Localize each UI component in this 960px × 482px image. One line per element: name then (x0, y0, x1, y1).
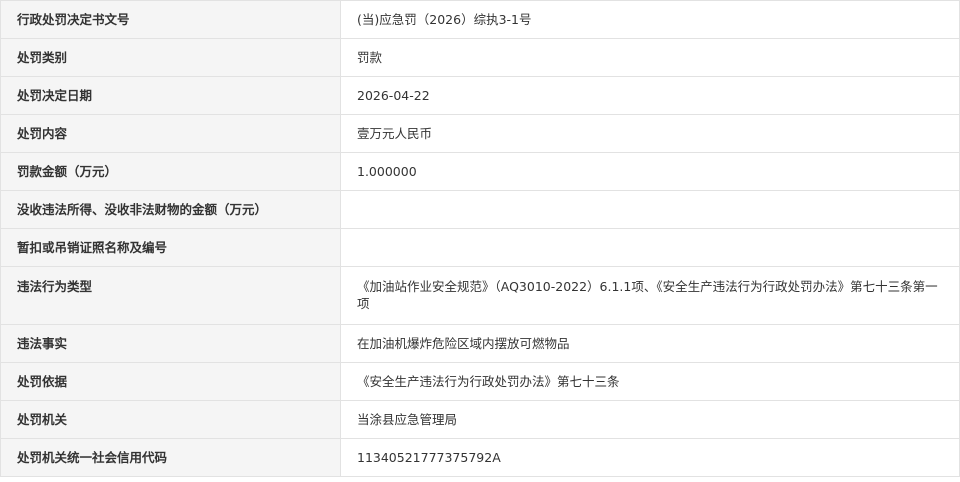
row-decision-number: 行政处罚决定书文号 (当)应急罚（2026）综执3-1号 (0, 0, 960, 39)
row-penalty-authority: 处罚机关 当涂县应急管理局 (0, 400, 960, 439)
field-value: 在加油机爆炸危险区域内摆放可燃物品 (340, 324, 960, 363)
field-value: 1.000000 (340, 152, 960, 191)
field-label: 处罚内容 (0, 114, 341, 153)
field-label: 违法行为类型 (0, 266, 341, 325)
field-value (340, 228, 960, 267)
row-authority-credit-code: 处罚机关统一社会信用代码 11340521777375792A (0, 438, 960, 477)
field-value: (当)应急罚（2026）综执3-1号 (340, 0, 960, 39)
field-label: 暂扣或吊销证照名称及编号 (0, 228, 341, 267)
field-value: 当涂县应急管理局 (340, 400, 960, 439)
field-label: 处罚决定日期 (0, 76, 341, 115)
field-label: 处罚机关统一社会信用代码 (0, 438, 341, 477)
field-value: 《加油站作业安全规范》（AQ3010-2022）6.1.1项、《安全生产违法行为… (340, 266, 960, 325)
field-label: 处罚类别 (0, 38, 341, 77)
row-penalty-category: 处罚类别 罚款 (0, 38, 960, 77)
field-value: 2026-04-22 (340, 76, 960, 115)
field-label: 违法事实 (0, 324, 341, 363)
row-license-suspension: 暂扣或吊销证照名称及编号 (0, 228, 960, 267)
row-penalty-content: 处罚内容 壹万元人民币 (0, 114, 960, 153)
penalty-info-table: 行政处罚决定书文号 (当)应急罚（2026）综执3-1号 处罚类别 罚款 处罚决… (0, 0, 960, 477)
row-penalty-basis: 处罚依据 《安全生产违法行为行政处罚办法》第七十三条 (0, 362, 960, 401)
field-value (340, 190, 960, 229)
field-label: 行政处罚决定书文号 (0, 0, 341, 39)
row-decision-date: 处罚决定日期 2026-04-22 (0, 76, 960, 115)
row-fine-amount: 罚款金额（万元） 1.000000 (0, 152, 960, 191)
field-label: 罚款金额（万元） (0, 152, 341, 191)
field-label: 处罚机关 (0, 400, 341, 439)
field-value: 罚款 (340, 38, 960, 77)
row-violation-type: 违法行为类型 《加油站作业安全规范》（AQ3010-2022）6.1.1项、《安… (0, 266, 960, 325)
row-confiscation-amount: 没收违法所得、没收非法财物的金额（万元） (0, 190, 960, 229)
row-violation-facts: 违法事实 在加油机爆炸危险区域内摆放可燃物品 (0, 324, 960, 363)
field-value: 11340521777375792A (340, 438, 960, 477)
field-value: 《安全生产违法行为行政处罚办法》第七十三条 (340, 362, 960, 401)
field-value: 壹万元人民币 (340, 114, 960, 153)
field-label: 没收违法所得、没收非法财物的金额（万元） (0, 190, 341, 229)
field-label: 处罚依据 (0, 362, 341, 401)
